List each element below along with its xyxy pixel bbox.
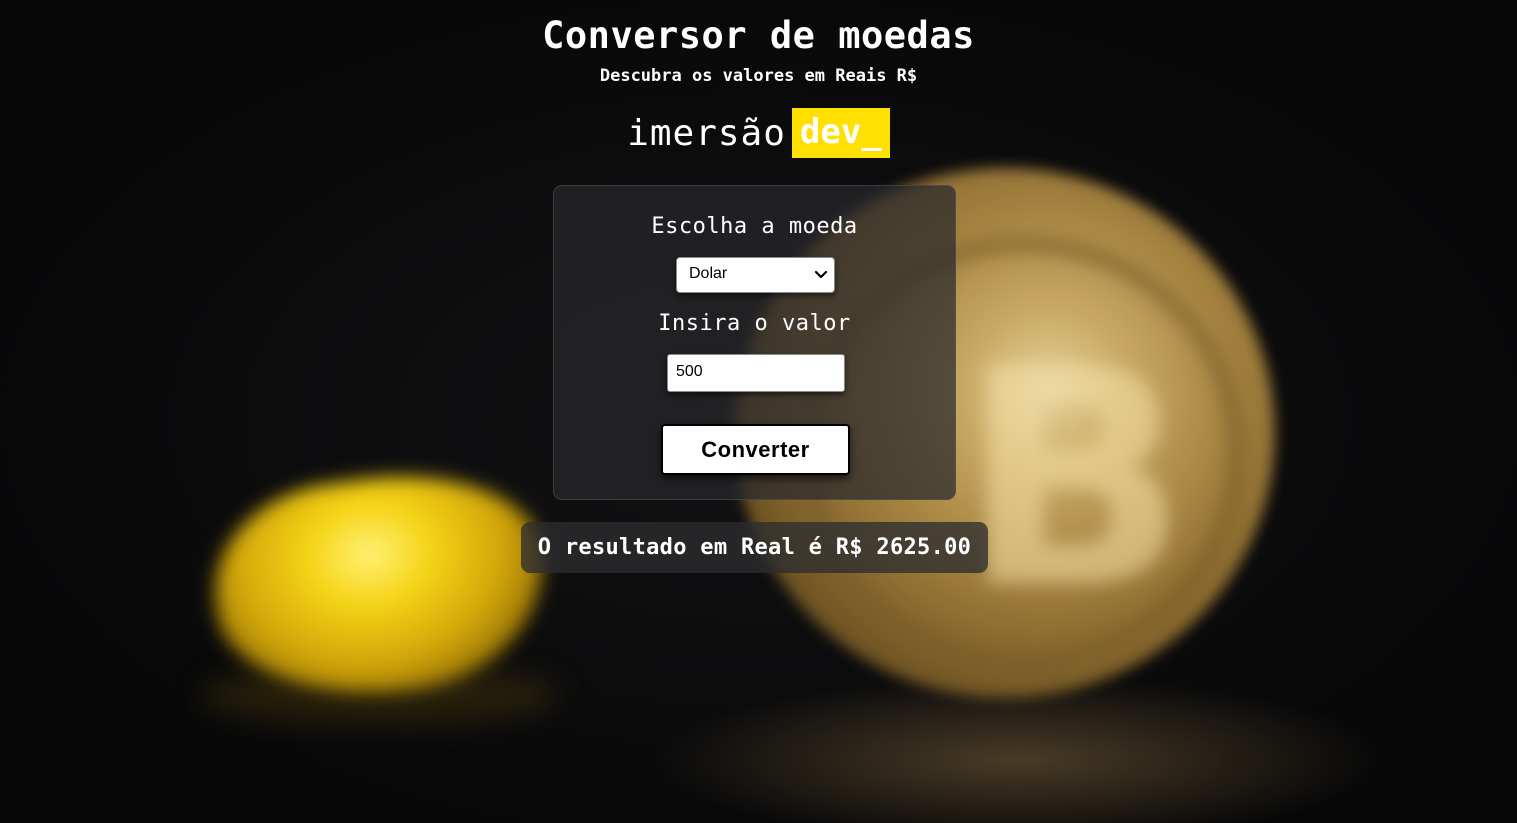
page-subtitle: Descubra os valores em Reais R$ (599, 66, 918, 86)
currency-select-value: Dolar (689, 265, 728, 282)
value-label: Insira o valor (658, 311, 851, 336)
brand-logo: imersão dev_ (0, 108, 1517, 158)
main-content: Conversor de moedas Descubra os valores … (0, 0, 1517, 158)
result-text: O resultado em Real é R$ 2625.00 (521, 522, 988, 573)
brand-word: imersão (627, 112, 786, 154)
currency-label: Escolha a moeda (651, 214, 858, 239)
currency-select[interactable]: Dolar (676, 257, 835, 293)
brand-tag: dev_ (791, 108, 890, 158)
convert-button[interactable]: Converter (661, 424, 850, 475)
value-input[interactable]: 500 (667, 354, 845, 392)
converter-card: Escolha a moeda Dolar Insira o valor 500… (553, 185, 956, 500)
chevron-down-icon (814, 270, 828, 279)
value-input-text: 500 (676, 363, 703, 380)
bitcoin-symbol-icon: B (960, 305, 1189, 654)
page-title: Conversor de moedas (542, 14, 975, 57)
